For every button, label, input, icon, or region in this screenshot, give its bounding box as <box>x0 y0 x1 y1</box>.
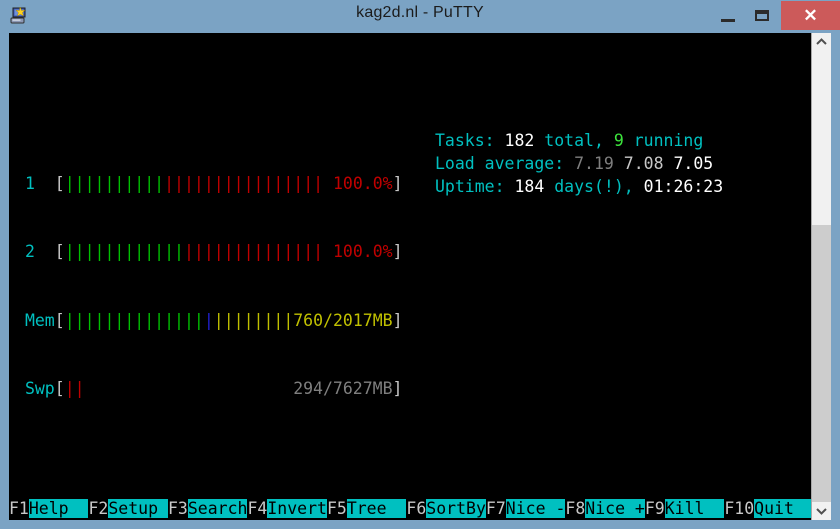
cpu-meter-row-1: 2 [|||||||||||||||||||||||||| 100.0%] <box>24 242 403 262</box>
fkey-key: F8 <box>565 499 586 518</box>
fkey-key: F5 <box>326 499 347 518</box>
fkey-key: F3 <box>167 499 188 518</box>
function-key-bar[interactable]: F1Help F2Setup F3SearchF4InvertF5Tree F6… <box>9 497 811 520</box>
putty-window: kag2d.nl - PuTTY ✕ 1 [||||||||||||||||||… <box>0 0 840 529</box>
swap-meter-row: Swp[|| 294/7627MB] <box>24 378 403 398</box>
fkey-label[interactable]: Setup <box>108 499 168 518</box>
fkey-key: F2 <box>88 499 109 518</box>
close-button[interactable]: ✕ <box>781 1 840 30</box>
maximize-button[interactable] <box>745 0 779 31</box>
terminal-screen[interactable]: 1 [|||||||||||||||||||||||||| 100.0%] 2 … <box>9 33 811 520</box>
fkey-label[interactable]: Nice - <box>505 499 566 518</box>
fkey-label[interactable]: Search <box>187 499 248 518</box>
meter-panel: 1 [|||||||||||||||||||||||||| 100.0%] 2 … <box>15 127 811 446</box>
terminal-content: 1 [|||||||||||||||||||||||||| 100.0%] 2 … <box>15 36 811 520</box>
fkey-key: F1 <box>9 499 29 518</box>
chevron-down-icon <box>816 508 827 515</box>
stats-panel: Tasks: 182 total, 9 running Load average:… <box>435 130 723 198</box>
fkey-key: F4 <box>247 499 268 518</box>
fkey-label[interactable]: SortBy <box>426 499 486 518</box>
minimize-button[interactable] <box>711 0 745 31</box>
fkey-key: F7 <box>485 499 506 518</box>
fkey-label[interactable]: Quit <box>754 499 811 518</box>
fkey-key: F10 <box>724 499 755 518</box>
uptime-line: Uptime: 184 days(!), 01:26:23 <box>435 176 724 196</box>
scroll-up-button[interactable] <box>812 33 831 51</box>
fkey-label[interactable]: Nice + <box>585 499 645 518</box>
scrollbar[interactable] <box>811 33 831 520</box>
scroll-down-button[interactable] <box>812 502 831 520</box>
tasks-line: Tasks: 182 total, 9 running <box>435 131 704 151</box>
fkey-label[interactable]: Tree <box>346 499 407 518</box>
mem-meter-row: Mem[|||||||||||||||||||||||760/2017MB] <box>24 310 403 330</box>
fkey-key: F9 <box>644 499 665 518</box>
chevron-up-icon <box>816 38 827 45</box>
close-icon: ✕ <box>803 6 818 25</box>
scrollbar-track[interactable] <box>812 225 831 502</box>
scrollbar-thumb[interactable] <box>812 51 831 225</box>
load-average-line: Load average: 7.19 7.08 7.05 <box>435 153 714 173</box>
fkey-label[interactable]: Help <box>28 499 89 518</box>
fkey-key: F6 <box>406 499 427 518</box>
title-bar[interactable]: kag2d.nl - PuTTY ✕ <box>0 0 840 31</box>
fkey-label[interactable]: Kill <box>664 499 725 518</box>
fkey-label[interactable]: Invert <box>267 499 327 518</box>
